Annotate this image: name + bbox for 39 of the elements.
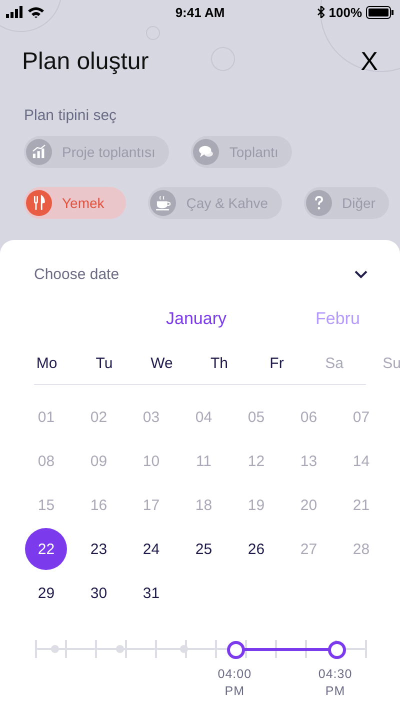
calendar-day[interactable]: 23 [78,528,120,570]
calendar-day[interactable]: 30 [78,572,120,614]
question-icon [306,190,332,216]
cup-icon [150,190,176,216]
end-time-handle[interactable] [328,641,346,659]
calendar-day[interactable]: 25 [182,528,225,570]
bluetooth-icon [316,6,325,18]
month-tab[interactable]: January [166,307,226,331]
month-tab[interactable]: Febru [315,307,360,331]
calendar-day[interactable]: 31 [130,572,172,614]
chevron-down-icon[interactable] [354,270,368,279]
screen-title: Plan oluştur [22,48,149,76]
close-button[interactable]: X [360,46,378,77]
time-label: 04:30 PM [318,666,352,700]
battery-icon [366,6,394,18]
section-label: Plan tipini seç [24,107,118,124]
weekday-label: Sa [325,355,344,372]
weekday-label: Mo [36,355,58,372]
plan-type-chip[interactable]: Yemek [24,187,126,219]
battery-percent: 100% [328,4,362,20]
calendar-day[interactable]: 24 [130,528,172,570]
calendar-day[interactable]: 22 [25,528,68,570]
weekday-label: Su [382,355,400,372]
step-dot [180,645,188,653]
step-dot [116,645,124,653]
weekday-label: We [150,355,173,372]
calendar-day[interactable]: 26 [235,528,278,570]
fork-knife-icon [26,190,52,216]
step-dot [50,645,59,653]
start-time-handle[interactable] [226,641,245,659]
calendar-day[interactable]: 29 [25,572,68,614]
weekday-label: Tu [96,355,113,372]
sheet-title: Choose date [34,266,120,283]
bar-chart-icon [26,139,52,165]
time-label: 04:00 PM [218,666,252,700]
chat-bubble-icon [193,139,220,165]
weekday-label: Th [210,355,228,372]
weekday-label: Fr [270,355,284,372]
status-time: 9:41 AM [175,4,225,20]
